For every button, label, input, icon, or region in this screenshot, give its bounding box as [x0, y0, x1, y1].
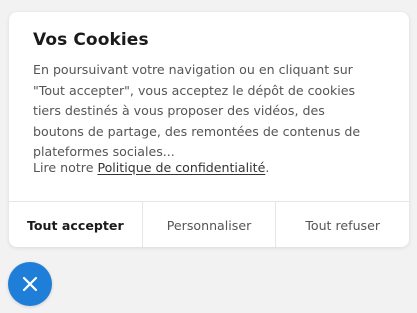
policy-prefix: Lire notre [33, 160, 98, 175]
dialog-description: En poursuivant votre navigation ou en cl… [33, 62, 361, 159]
refuse-all-button[interactable]: Tout refuser [275, 202, 409, 247]
accept-all-button[interactable]: Tout accepter [9, 202, 142, 247]
dialog-actions: Tout accepter Personnaliser Tout refuser [9, 201, 409, 247]
close-floating-button[interactable] [8, 262, 52, 306]
privacy-policy-link[interactable]: Politique de confidentialité [97, 160, 265, 175]
cookie-dialog: Vos Cookies En poursuivant votre navigat… [9, 12, 409, 247]
dialog-title: Vos Cookies [33, 30, 149, 50]
close-icon [22, 276, 38, 292]
policy-suffix: . [265, 160, 270, 175]
customize-button[interactable]: Personnaliser [141, 202, 276, 247]
privacy-policy-line: Lire notre Politique de confidentialité. [33, 158, 269, 178]
